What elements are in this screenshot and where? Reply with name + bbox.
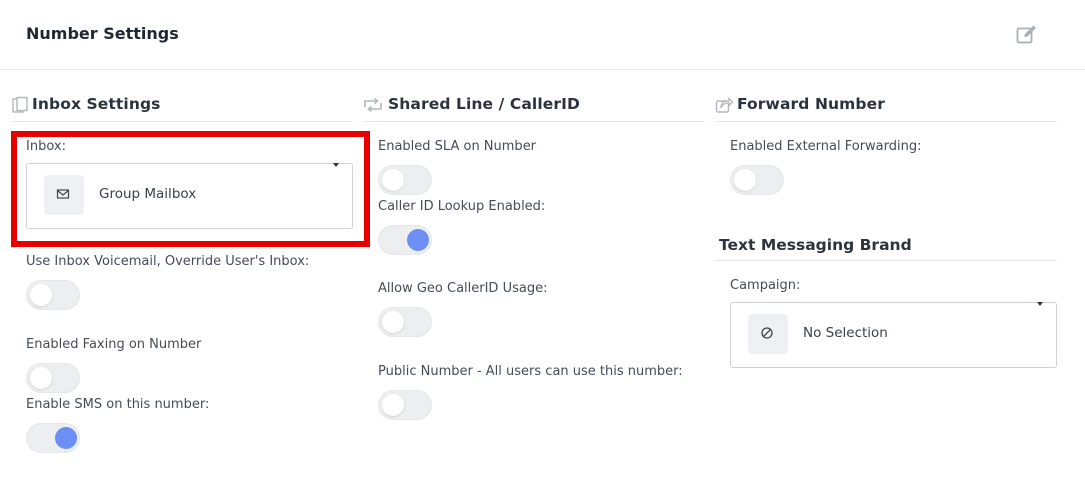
inbox-settings-section: Inbox Settings	[11, 92, 353, 122]
sms-label: Enable SMS on this number:	[26, 397, 210, 412]
page-title: Number Settings	[26, 24, 179, 43]
faxing-label: Enabled Faxing on Number	[26, 337, 202, 352]
external-forwarding-toggle[interactable]	[730, 165, 784, 195]
shared-line-header: Shared Line / CallerID	[363, 92, 705, 122]
text-messaging-section: Text Messaging Brand	[715, 232, 1057, 261]
geo-callerid-toggle[interactable]	[378, 307, 432, 337]
toggle-knob	[734, 169, 756, 191]
toggle-knob	[30, 367, 52, 389]
sla-toggle[interactable]	[378, 165, 432, 195]
sms-toggle[interactable]	[26, 423, 80, 453]
toggle-knob	[382, 169, 404, 191]
retweet-icon	[364, 97, 382, 113]
callerid-lookup-label: Caller ID Lookup Enabled:	[378, 199, 546, 214]
header: Number Settings	[0, 0, 1085, 70]
campaign-dropdown-caret[interactable]	[1037, 302, 1043, 306]
toggle-knob	[382, 311, 404, 333]
callerid-lookup-toggle[interactable]	[378, 225, 432, 255]
campaign-label: Campaign:	[730, 278, 801, 293]
sla-label: Enabled SLA on Number	[378, 139, 537, 154]
forward-number-section: Forward Number	[715, 92, 1057, 122]
toggle-knob	[382, 394, 404, 416]
campaign-selected-value: No Selection	[803, 325, 888, 341]
faxing-toggle[interactable]	[26, 363, 80, 393]
public-number-label: Public Number - All users can use this n…	[378, 364, 683, 379]
toggle-knob	[30, 284, 52, 306]
highlight-box	[11, 131, 370, 247]
external-forwarding-label: Enabled External Forwarding:	[730, 139, 922, 154]
ban-icon	[761, 327, 773, 339]
geo-callerid-label: Allow Geo CallerID Usage:	[378, 281, 548, 296]
inbox-settings-header: Inbox Settings	[11, 92, 353, 122]
edit-icon	[1016, 25, 1036, 44]
voicemail-label: Use Inbox Voicemail, Override User's Inb…	[26, 254, 310, 269]
voicemail-toggle[interactable]	[26, 280, 80, 310]
share-icon	[715, 96, 733, 113]
forward-number-title: Forward Number	[737, 95, 885, 113]
public-number-toggle[interactable]	[378, 390, 432, 420]
toggle-knob	[55, 427, 77, 449]
clipboard-icon	[12, 96, 28, 113]
inbox-settings-title: Inbox Settings	[32, 95, 161, 113]
shared-line-title: Shared Line / CallerID	[388, 95, 580, 113]
forward-number-header: Forward Number	[715, 92, 1057, 122]
edit-button[interactable]	[1016, 24, 1040, 46]
shared-line-section: Shared Line / CallerID	[363, 92, 705, 122]
toggle-knob	[407, 229, 429, 251]
campaign-option-icon	[748, 314, 788, 354]
campaign-select[interactable]: No Selection	[730, 302, 1057, 368]
text-messaging-title: Text Messaging Brand	[719, 236, 912, 254]
